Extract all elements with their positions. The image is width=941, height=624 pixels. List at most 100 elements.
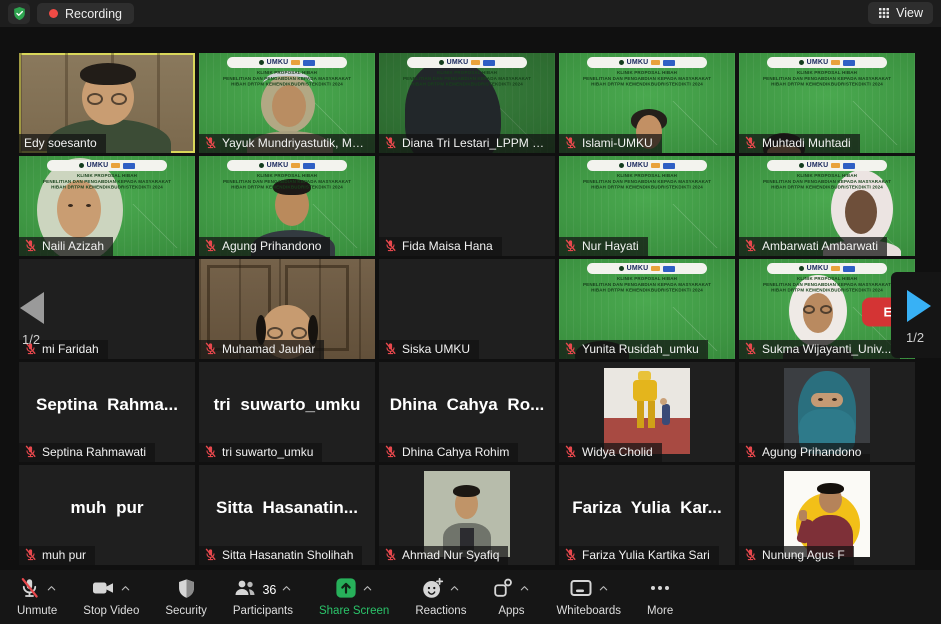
participant-tile[interactable]: Muhamad Jauhar [199,259,375,359]
more-icon [648,576,672,603]
apps-button[interactable]: Apps [479,570,543,624]
meeting-toolbar: Unmute Stop VideoSecurity36ParticipantsSh… [0,570,941,624]
virtual-background-text: KLINIK PROPOSAL HIBAHPENELITIAN DAN PENG… [19,173,195,191]
participant-tile[interactable]: UMKUKLINIK PROPOSAL HIBAHPENELITIAN DAN … [199,156,375,256]
muted-mic-icon [384,239,397,253]
muted-mic-icon [204,445,217,459]
security-button[interactable]: Security [152,570,220,624]
page-indicator-left: 1/2 [22,332,40,347]
participant-tile[interactable]: muh purmuh pur [19,465,195,565]
participant-tile[interactable]: UMKUKLINIK PROPOSAL HIBAHPENELITIAN DAN … [559,259,735,359]
more-button[interactable]: More [634,570,686,624]
participant-display-name: tri suwarto_umku [203,395,371,415]
muted-mic-icon [744,136,757,150]
banner-logo-chip [651,266,660,271]
recording-dot-icon [49,9,58,18]
stop-video-menu-chevron[interactable] [120,583,131,597]
share-screen-button[interactable]: Share Screen [306,570,402,624]
whiteboards-menu-chevron[interactable] [598,583,609,597]
participant-grid: Edy soesantoUMKUKLINIK PROPOSAL HIBAHPEN… [19,53,915,565]
meeting-info-shield-button[interactable] [8,3,30,24]
stop-video-button[interactable]: Stop Video [70,570,152,624]
reactions-button[interactable]: Reactions [402,570,479,624]
participant-name-label: Fida Maisa Hana [379,237,502,256]
banner-logo-chip [483,60,495,66]
umku-logo-text: UMKU [267,59,289,66]
banner-logo-chip [291,60,300,65]
virtual-background-text: KLINIK PROPOSAL HIBAHPENELITIAN DAN PENG… [559,173,735,191]
participant-name: Septina Rahmawati [42,445,146,459]
unmute-button[interactable]: Unmute [4,570,70,624]
participant-tile[interactable]: tri suwarto_umkutri suwarto_umku [199,362,375,462]
participant-display-name: muh pur [23,498,191,518]
participant-tile[interactable]: Sitta Hasanatin...Sitta Hasanatin Sholih… [199,465,375,565]
chevron-up-icon[interactable] [519,583,530,594]
next-page-panel: 1/2 [891,272,941,358]
participant-tile[interactable]: Fariza Yulia Kar...Fariza Yulia Kartika … [559,465,735,565]
participant-tile[interactable]: UMKUKLINIK PROPOSAL HIBAHPENELITIAN DAN … [739,53,915,153]
chevron-up-icon[interactable] [598,583,609,594]
muted-mic-icon [384,136,397,150]
virtual-background-banner: UMKU [587,57,707,68]
reactions-menu-chevron[interactable] [449,583,460,597]
next-page-arrow[interactable] [907,290,931,322]
participant-tile[interactable]: Ahmad Nur Syafiq [379,465,555,565]
participant-tile[interactable]: UMKUKLINIK PROPOSAL HIBAHPENELITIAN DAN … [379,53,555,153]
muted-mic-icon [24,445,37,459]
participants-menu-chevron[interactable] [281,583,292,597]
banner-logo-chip [651,163,660,168]
virtual-background-text: KLINIK PROPOSAL HIBAHPENELITIAN DAN PENG… [559,276,735,294]
chevron-up-icon[interactable] [46,583,57,594]
participant-tile[interactable]: UMKUKLINIK PROPOSAL HIBAHPENELITIAN DAN … [559,53,735,153]
participant-tile[interactable]: mi Faridah [19,259,195,359]
participant-name: Agung Prihandono [222,239,321,253]
participant-tile[interactable]: Agung Prihandono [739,362,915,462]
participant-name: Nur Hayati [582,239,639,253]
banner-logo-chip [843,60,855,66]
chevron-up-icon[interactable] [281,583,292,594]
participant-tile[interactable]: Dhina Cahya Ro...Dhina Cahya Rohim [379,362,555,462]
banner-logo-chip [471,60,480,65]
participant-name: Edy soesanto [24,136,97,150]
participants-button[interactable]: 36Participants [220,570,306,624]
view-button[interactable]: View [868,2,933,24]
chevron-up-icon[interactable] [120,583,131,594]
participant-tile[interactable]: Fida Maisa Hana [379,156,555,256]
participant-tile[interactable]: Edy soesanto [19,53,195,153]
participant-name-label: Siska UMKU [379,340,479,359]
participant-tile[interactable]: UMKUKLINIK PROPOSAL HIBAHPENELITIAN DAN … [199,53,375,153]
participant-name: Agung Prihandono [762,445,861,459]
umku-logo-icon [259,60,264,65]
participant-name-label: tri suwarto_umku [199,443,322,462]
previous-page-arrow[interactable] [20,292,44,324]
share-screen-menu-chevron[interactable] [362,583,373,597]
participant-name: Sukma Wijayanti_Univ... [762,342,891,356]
participant-tile[interactable]: Widya Cholid [559,362,735,462]
umku-logo-text: UMKU [627,59,649,66]
chevron-up-icon[interactable] [449,583,460,594]
apps-menu-chevron[interactable] [519,583,530,597]
page-indicator-right: 1/2 [906,330,924,345]
participant-tile[interactable]: UMKUKLINIK PROPOSAL HIBAHPENELITIAN DAN … [559,156,735,256]
muted-mic-icon [744,445,757,459]
umku-logo-icon [619,266,624,271]
participant-name: Nunung Agus F [762,548,845,562]
muted-mic-icon [384,548,397,562]
whiteboards-button[interactable]: Whiteboards [543,570,634,624]
virtual-background-text: KLINIK PROPOSAL HIBAHPENELITIAN DAN PENG… [739,173,915,191]
unmute-label: Unmute [17,605,57,617]
participant-tile[interactable]: UMKUKLINIK PROPOSAL HIBAHPENELITIAN DAN … [739,259,915,359]
participant-tile[interactable]: Nunung Agus F [739,465,915,565]
participant-tile[interactable]: Siska UMKU [379,259,555,359]
participant-name: mi Faridah [42,342,99,356]
muted-mic-icon [384,342,397,356]
chevron-up-icon[interactable] [362,583,373,594]
unmute-menu-chevron[interactable] [46,583,57,597]
virtual-background-text: KLINIK PROPOSAL HIBAHPENELITIAN DAN PENG… [739,276,915,294]
participant-tile[interactable]: UMKUKLINIK PROPOSAL HIBAHPENELITIAN DAN … [19,156,195,256]
participant-name: Dhina Cahya Rohim [402,445,509,459]
participant-tile[interactable]: UMKUKLINIK PROPOSAL HIBAHPENELITIAN DAN … [739,156,915,256]
meeting-topbar: Recording View [0,0,941,27]
whiteboards-label: Whiteboards [556,605,621,617]
participant-tile[interactable]: Septina Rahma...Septina Rahmawati [19,362,195,462]
